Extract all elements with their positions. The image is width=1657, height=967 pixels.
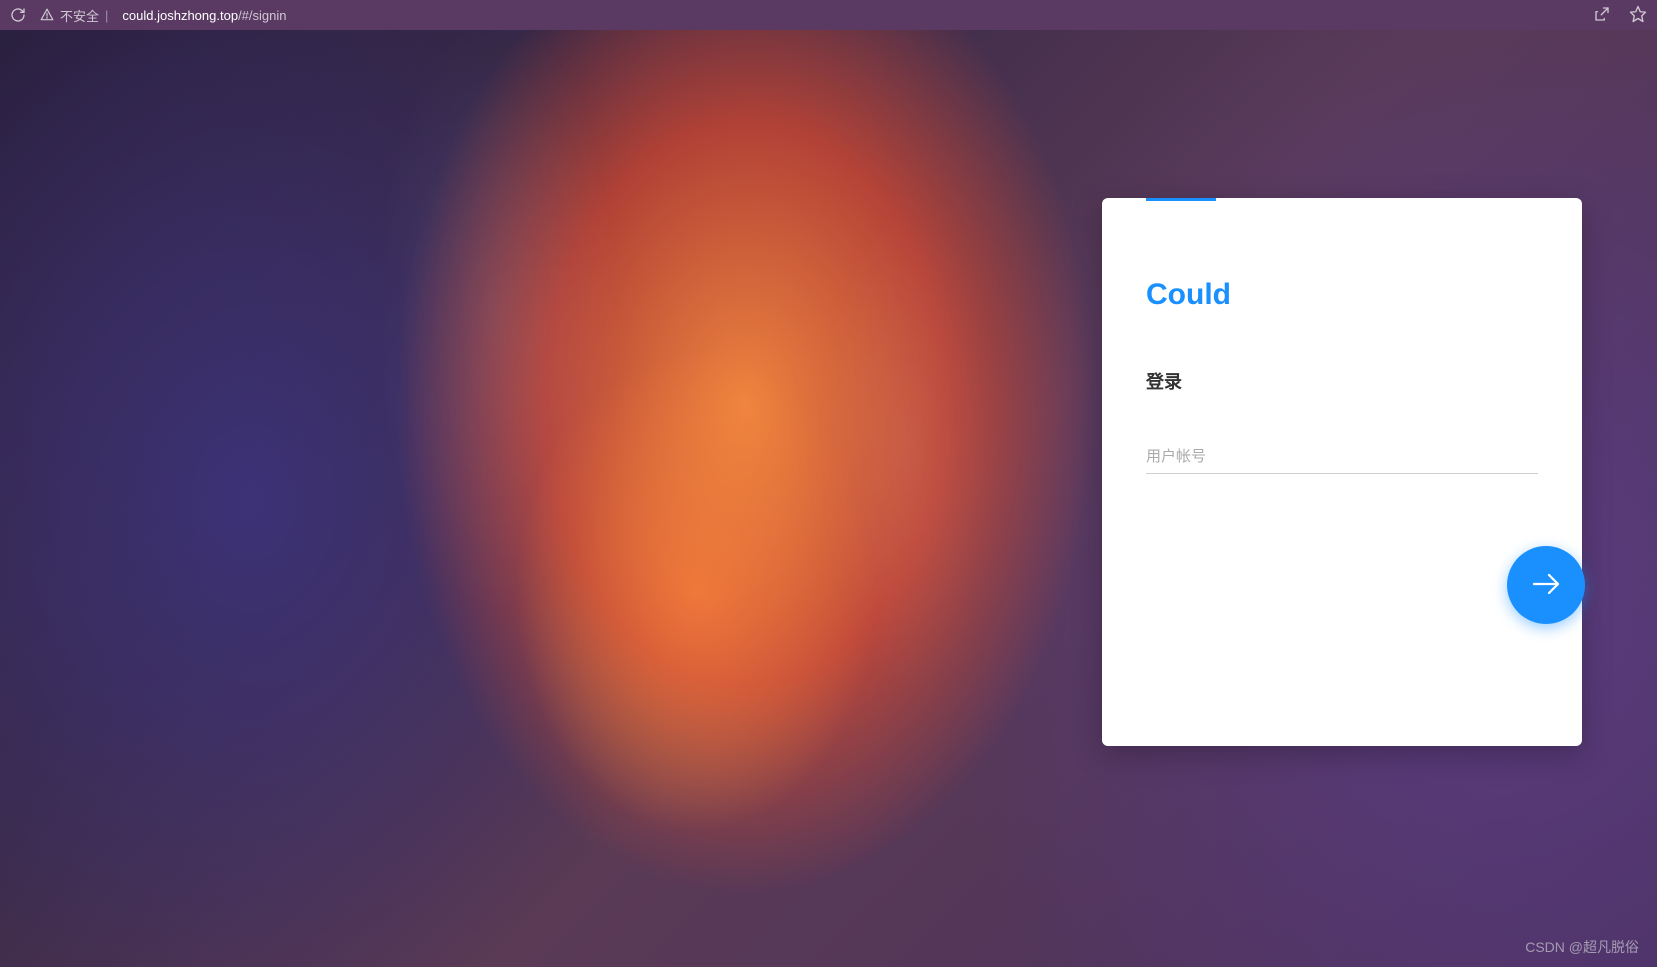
- submit-button[interactable]: [1507, 546, 1585, 624]
- url-domain: could.joshzhong.top: [122, 8, 238, 23]
- username-field-wrapper: [1146, 440, 1538, 474]
- tab-indicator: [1146, 198, 1216, 201]
- brand-title: Could: [1146, 278, 1538, 312]
- reload-icon[interactable]: [10, 7, 26, 23]
- watermark: CSDN @超凡脱俗: [1525, 937, 1639, 957]
- url-path: /#/signin: [238, 8, 286, 23]
- login-card: Could 登录: [1102, 198, 1582, 746]
- insecure-label: 不安全: [60, 6, 99, 25]
- bookmark-star-icon[interactable]: [1629, 5, 1647, 26]
- username-input[interactable]: [1146, 440, 1538, 474]
- login-title: 登录: [1146, 368, 1538, 394]
- insecure-site-badge[interactable]: 不安全 |: [40, 6, 108, 25]
- address-url[interactable]: could.joshzhong.top/#/signin: [122, 8, 286, 23]
- arrow-right-icon: [1528, 566, 1564, 605]
- share-icon[interactable]: [1593, 5, 1611, 26]
- page-content: Could 登录 CSDN @超凡脱俗: [0, 30, 1657, 967]
- browser-address-bar: 不安全 | could.joshzhong.top/#/signin: [0, 0, 1657, 30]
